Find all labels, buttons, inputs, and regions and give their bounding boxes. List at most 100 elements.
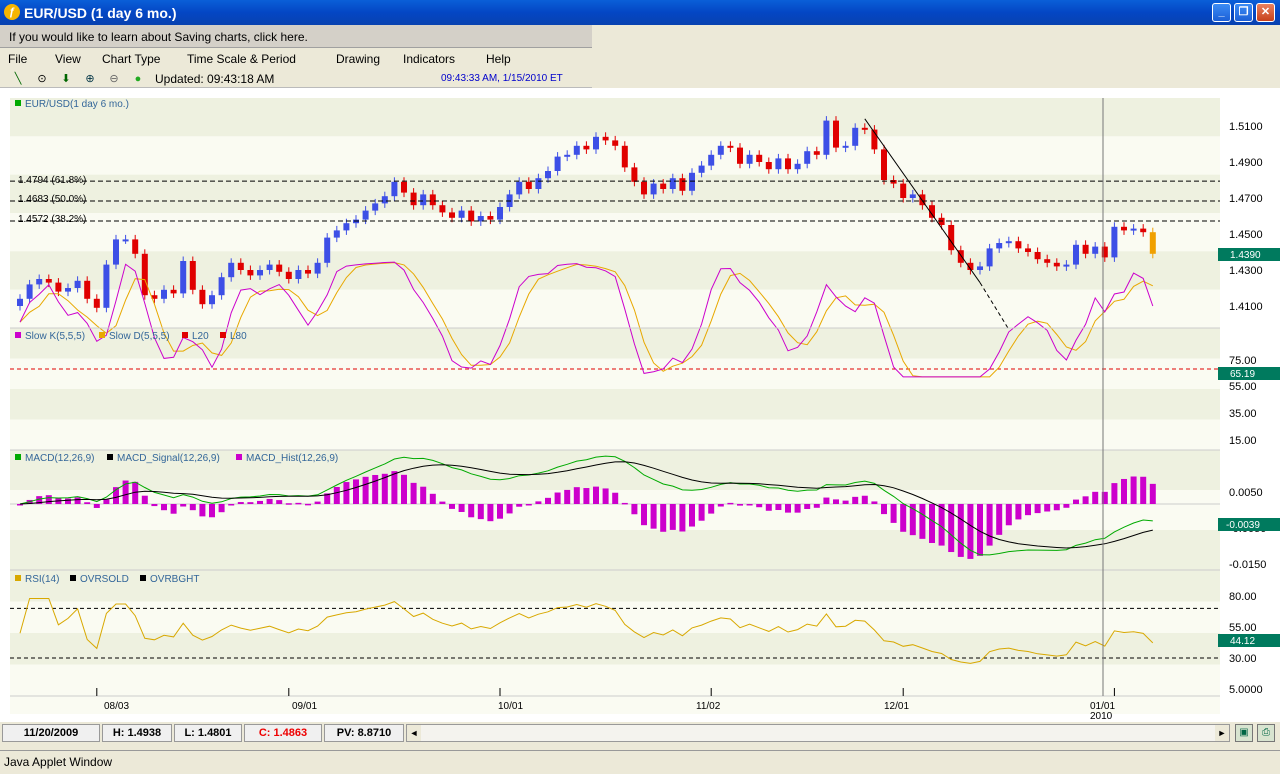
candle-body: [948, 225, 955, 251]
macd-hist-bar: [804, 504, 811, 510]
candle-body: [602, 136, 609, 141]
chart-area[interactable]: EUR/USD(1 day 6 mo.) Slow K(5,5,5) Slow …: [0, 88, 1280, 722]
macd-hist-bar: [401, 474, 407, 504]
menu-file[interactable]: File: [8, 52, 27, 66]
app-icon: ƒ: [4, 4, 20, 20]
window-layout-icon[interactable]: ▣: [1235, 724, 1253, 742]
candle-body: [1034, 252, 1041, 260]
menu-view[interactable]: View: [55, 52, 81, 66]
candle-body: [881, 149, 887, 180]
candle-body: [26, 284, 33, 299]
candle-body: [842, 145, 849, 148]
menu-time-scale[interactable]: Time Scale & Period: [187, 52, 296, 66]
stochd-legend: Slow D(5,5,5): [109, 331, 170, 342]
crosshair-icon[interactable]: ⊙: [34, 71, 50, 87]
candle-body: [247, 270, 254, 276]
macd-hist-bar: [1092, 491, 1099, 504]
macd-hist-bar: [74, 497, 81, 504]
price-legend: EUR/USD(1 day 6 mo.): [25, 99, 129, 110]
candle-body: [1130, 228, 1137, 231]
candle-body: [737, 147, 743, 164]
macd-hist-bar: [612, 492, 619, 504]
macd-hist-bar: [247, 502, 254, 504]
status-low: L: 1.4801: [174, 724, 242, 742]
rsi-tick: 30.00: [1229, 653, 1257, 665]
macd-hist-bar: [785, 504, 791, 513]
price-panel: [10, 98, 1220, 330]
refresh-icon[interactable]: ●: [130, 71, 146, 87]
menu-drawing[interactable]: Drawing: [336, 52, 380, 66]
macd-hist-bar: [449, 504, 455, 509]
macd-hist-bar: [708, 504, 715, 514]
candle-body: [535, 178, 542, 189]
horizontal-scrollbar[interactable]: ◄ ►: [406, 724, 1230, 742]
macd-hist-bar: [813, 504, 820, 508]
macd-hist-bar: [852, 496, 859, 504]
candle-body: [381, 196, 388, 204]
candle-body: [852, 127, 859, 146]
candle-body: [266, 264, 273, 270]
candle-body: [833, 120, 839, 148]
close-button[interactable]: ✕: [1256, 3, 1275, 22]
macd-hist-bar: [948, 504, 955, 553]
x-label: 08/03: [104, 701, 129, 712]
macd-hist-bar: [180, 504, 187, 507]
scroll-right-button[interactable]: ►: [1215, 725, 1229, 741]
macd-hist-bar: [756, 504, 763, 508]
candle-body: [285, 271, 292, 279]
macd-hist-bar: [737, 504, 743, 506]
candle-body: [65, 288, 71, 292]
macd-hist-bar: [689, 504, 695, 527]
stochk-legend: Slow K(5,5,5): [25, 331, 85, 342]
macd-hist-bar: [516, 504, 523, 507]
print-icon[interactable]: ⎙: [1257, 724, 1275, 742]
zoom-out-icon[interactable]: ⊖: [106, 71, 122, 87]
status-bar: 11/20/2009 H: 1.4938 L: 1.4801 C: 1.4863…: [0, 722, 1280, 743]
status-date: 11/20/2009: [2, 724, 100, 742]
candle-body: [1082, 244, 1089, 254]
macd-hist-bar: [842, 500, 849, 504]
macd-hist-bar: [660, 504, 667, 532]
macd-hist-bar: [919, 504, 926, 539]
macd-hist-bar: [353, 479, 359, 504]
candle-body: [314, 262, 321, 274]
candle-body: [746, 154, 753, 164]
candle-body: [180, 261, 187, 294]
down-arrow-icon[interactable]: ⬇: [58, 71, 74, 87]
candle-body: [1044, 259, 1051, 263]
menu-indicators[interactable]: Indicators: [403, 52, 455, 66]
macd-hist-bar: [871, 501, 878, 504]
candle-body: [257, 270, 263, 276]
macd-hist-bar: [641, 504, 647, 526]
macd-hist-bar: [362, 476, 369, 504]
scroll-left-button[interactable]: ◄: [407, 725, 421, 741]
candle-body: [612, 140, 619, 146]
candle-body: [487, 216, 494, 220]
macd-hist-bar: [65, 498, 71, 504]
fib-label-500: 1.4683 (50.0%): [18, 194, 86, 205]
maximize-button[interactable]: ❐: [1234, 3, 1253, 22]
trendline-icon[interactable]: ╲: [10, 71, 26, 87]
menu-help[interactable]: Help: [486, 52, 511, 66]
candle-body: [650, 183, 657, 195]
panel-band: [10, 98, 1220, 137]
macd-hist-bar: [717, 504, 724, 507]
candle-body: [45, 279, 52, 283]
zoom-in-icon[interactable]: ⊕: [82, 71, 98, 87]
candle-body: [55, 282, 62, 292]
l80-swatch: [220, 332, 226, 338]
candle-body: [909, 194, 916, 198]
candle-body: [74, 280, 81, 288]
applet-label: Java Applet Window: [4, 755, 113, 769]
menu-chart-type[interactable]: Chart Type: [102, 52, 160, 66]
minimize-button[interactable]: _: [1212, 3, 1231, 22]
macd-hist-bar: [372, 474, 379, 504]
macd-hist-bar: [794, 504, 801, 513]
candle-body: [333, 230, 340, 238]
menu-bar: File View Chart Type Time Scale & Period…: [0, 48, 592, 70]
macd-hist-bar: [833, 499, 839, 504]
macd-hist-bar: [314, 501, 321, 504]
panel-band: [10, 174, 1220, 213]
promo-link[interactable]: If you would like to learn about Saving …: [9, 30, 308, 44]
candle-body: [573, 145, 580, 155]
